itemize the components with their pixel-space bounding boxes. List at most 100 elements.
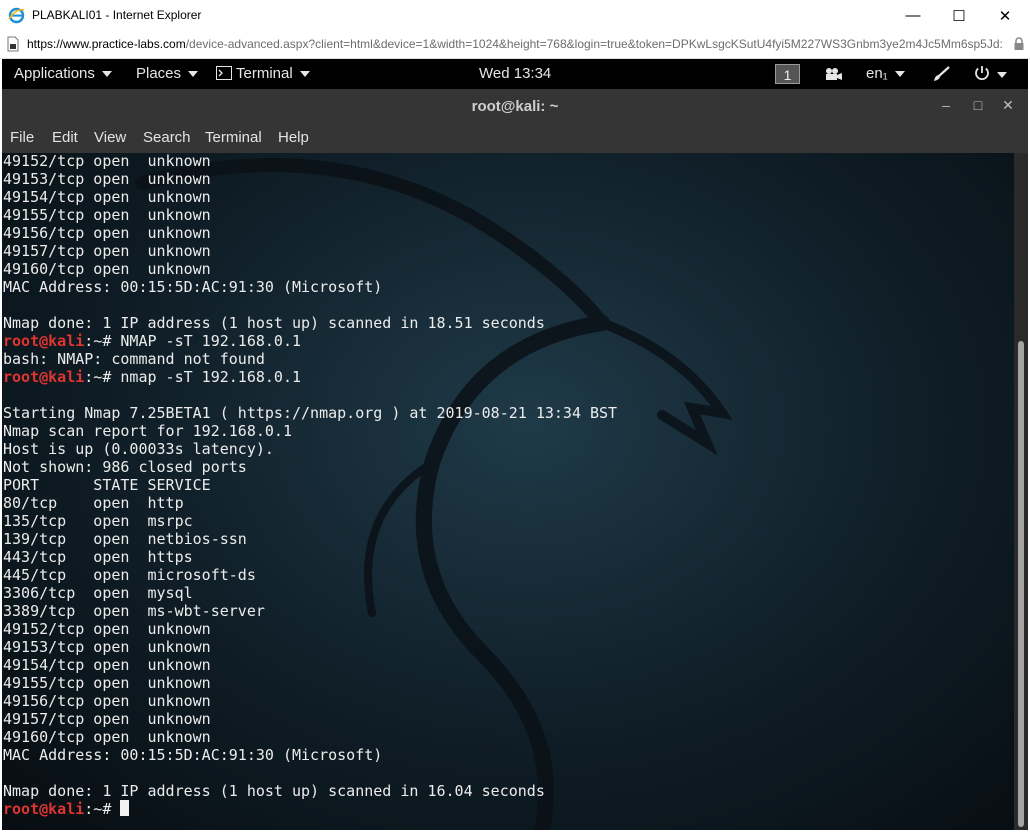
places-menu[interactable]: Places <box>136 65 199 82</box>
terminal-line: root@kali:~# NMAP -sT 192.168.0.1 <box>3 332 617 350</box>
clock[interactable]: Wed 13:34 <box>479 65 551 82</box>
output-text: PORT STATE SERVICE <box>3 476 211 494</box>
window-title: PLABKALI01 - Internet Explorer <box>32 8 202 22</box>
terminal-line: 49153/tcp open unknown <box>3 638 617 656</box>
terminal-line: 49156/tcp open unknown <box>3 692 617 710</box>
terminal-line: 49152/tcp open unknown <box>3 153 617 170</box>
output-text: 80/tcp open http <box>3 494 184 512</box>
menu-edit[interactable]: Edit <box>52 129 78 146</box>
internet-explorer-icon <box>8 7 25 24</box>
gnome-top-bar: Applications Places Terminal Wed 13:34 1… <box>2 59 1028 89</box>
terminal-output[interactable]: 49152/tcp open unknown 49153/tcp open unk… <box>2 153 1014 830</box>
output-text: Starting Nmap 7.25BETA1 ( https://nmap.o… <box>3 404 618 422</box>
workspace-indicator[interactable]: 1 <box>775 64 800 84</box>
shell-prompt: root@kali <box>3 368 85 386</box>
terminal-app-menu[interactable]: Terminal <box>216 65 310 82</box>
terminal-line: 445/tcp open microsoft-ds <box>3 566 617 584</box>
minimize-button[interactable]: — <box>890 0 936 31</box>
terminal-line: 49157/tcp open unknown <box>3 710 617 728</box>
terminal-line: 49154/tcp open unknown <box>3 656 617 674</box>
output-text: 49156/tcp open unknown <box>3 224 211 242</box>
chevron-down-icon <box>101 71 112 78</box>
output-text: 49152/tcp open unknown <box>3 620 211 638</box>
command-text: NMAP -sT 192.168.0.1 <box>120 332 302 350</box>
applications-menu[interactable]: Applications <box>14 65 112 82</box>
terminal-line: Nmap scan report for 192.168.0.1 <box>3 422 617 440</box>
terminal-icon <box>216 66 232 80</box>
terminal-line: bash: NMAP: command not found <box>3 350 617 368</box>
output-text: 49155/tcp open unknown <box>3 206 211 224</box>
close-window-button[interactable]: ✕ <box>982 0 1028 31</box>
scrollbar-thumb[interactable] <box>1018 341 1024 827</box>
chevron-down-icon <box>894 71 905 78</box>
output-text: 49160/tcp open unknown <box>3 728 211 746</box>
menu-view[interactable]: View <box>94 129 126 146</box>
prompt-suffix: :~# <box>84 800 121 818</box>
terminal-line: 49160/tcp open unknown <box>3 728 617 746</box>
terminal-line: Not shown: 986 closed ports <box>3 458 617 476</box>
terminal-text: 49152/tcp open unknown 49153/tcp open unk… <box>3 153 617 818</box>
terminal-line: 49155/tcp open unknown <box>3 674 617 692</box>
terminal-scrollbar[interactable] <box>1014 153 1028 830</box>
output-text: 49157/tcp open unknown <box>3 242 211 260</box>
output-text: bash: NMAP: command not found <box>3 350 265 368</box>
power-menu[interactable] <box>974 65 1007 83</box>
terminal-line: 3306/tcp open mysql <box>3 584 617 602</box>
terminal-line: 49154/tcp open unknown <box>3 188 617 206</box>
output-text: MAC Address: 00:15:5D:AC:91:30 (Microsof… <box>3 278 383 296</box>
terminal-line: Nmap done: 1 IP address (1 host up) scan… <box>3 314 617 332</box>
prompt-suffix: :~# <box>84 332 121 350</box>
terminal-line: 3389/tcp open ms-wbt-server <box>3 602 617 620</box>
url-text[interactable]: https://www.practice-labs.com/device-adv… <box>27 37 1007 51</box>
chevron-down-icon <box>299 71 310 78</box>
language-indicator[interactable]: en₁ <box>866 65 905 82</box>
output-text: 445/tcp open microsoft-ds <box>3 566 256 584</box>
terminal-line: 135/tcp open msrpc <box>3 512 617 530</box>
terminal-line: 49153/tcp open unknown <box>3 170 617 188</box>
address-bar[interactable]: https://www.practice-labs.com/device-adv… <box>0 31 1030 59</box>
terminal-close-button[interactable]: ✕ <box>998 97 1018 114</box>
page-icon <box>7 36 19 52</box>
output-text: 49160/tcp open unknown <box>3 260 211 278</box>
terminal-line: root@kali:~# <box>3 800 617 818</box>
terminal-maximize-button[interactable]: □ <box>968 97 988 113</box>
brush-icon[interactable] <box>932 66 950 82</box>
terminal-minimize-button[interactable]: ‒ <box>936 97 956 113</box>
menu-help[interactable]: Help <box>278 129 309 146</box>
output-text: 49156/tcp open unknown <box>3 692 211 710</box>
output-text: Nmap done: 1 IP address (1 host up) scan… <box>3 314 545 332</box>
lock-icon <box>1014 37 1024 50</box>
terminal-title: root@kali: ~ <box>471 98 559 115</box>
terminal-line: 80/tcp open http <box>3 494 617 512</box>
terminal-line: 443/tcp open https <box>3 548 617 566</box>
output-text: 49153/tcp open unknown <box>3 170 211 188</box>
output-text: 49155/tcp open unknown <box>3 674 211 692</box>
output-text: 3389/tcp open ms-wbt-server <box>3 602 265 620</box>
menu-search[interactable]: Search <box>143 129 191 146</box>
output-text: Not shown: 986 closed ports <box>3 458 247 476</box>
terminal-line: 49152/tcp open unknown <box>3 620 617 638</box>
output-text: Host is up (0.00033s latency). <box>3 440 274 458</box>
output-text: 49157/tcp open unknown <box>3 710 211 728</box>
prompt-suffix: :~# <box>84 368 121 386</box>
terminal-title-bar[interactable]: root@kali: ~ ‒ □ ✕ <box>2 89 1028 125</box>
terminal-line: PORT STATE SERVICE <box>3 476 617 494</box>
terminal-line: Starting Nmap 7.25BETA1 ( https://nmap.o… <box>3 404 617 422</box>
remote-desktop-viewport[interactable]: Applications Places Terminal Wed 13:34 1… <box>2 59 1028 830</box>
output-text: 443/tcp open https <box>3 548 193 566</box>
terminal-line: 49160/tcp open unknown <box>3 260 617 278</box>
video-camera-icon[interactable] <box>824 67 844 81</box>
command-text: nmap -sT 192.168.0.1 <box>120 368 302 386</box>
maximize-button[interactable]: ☐ <box>936 0 982 31</box>
output-text: 49152/tcp open unknown <box>3 153 211 170</box>
terminal-menu-bar: File Edit View Search Terminal Help <box>2 125 1028 153</box>
menu-terminal[interactable]: Terminal <box>205 129 262 146</box>
power-icon <box>975 66 989 80</box>
menu-file[interactable]: File <box>10 129 34 146</box>
terminal-line: 49155/tcp open unknown <box>3 206 617 224</box>
terminal-line: root@kali:~# nmap -sT 192.168.0.1 <box>3 368 617 386</box>
text-cursor <box>120 800 130 816</box>
